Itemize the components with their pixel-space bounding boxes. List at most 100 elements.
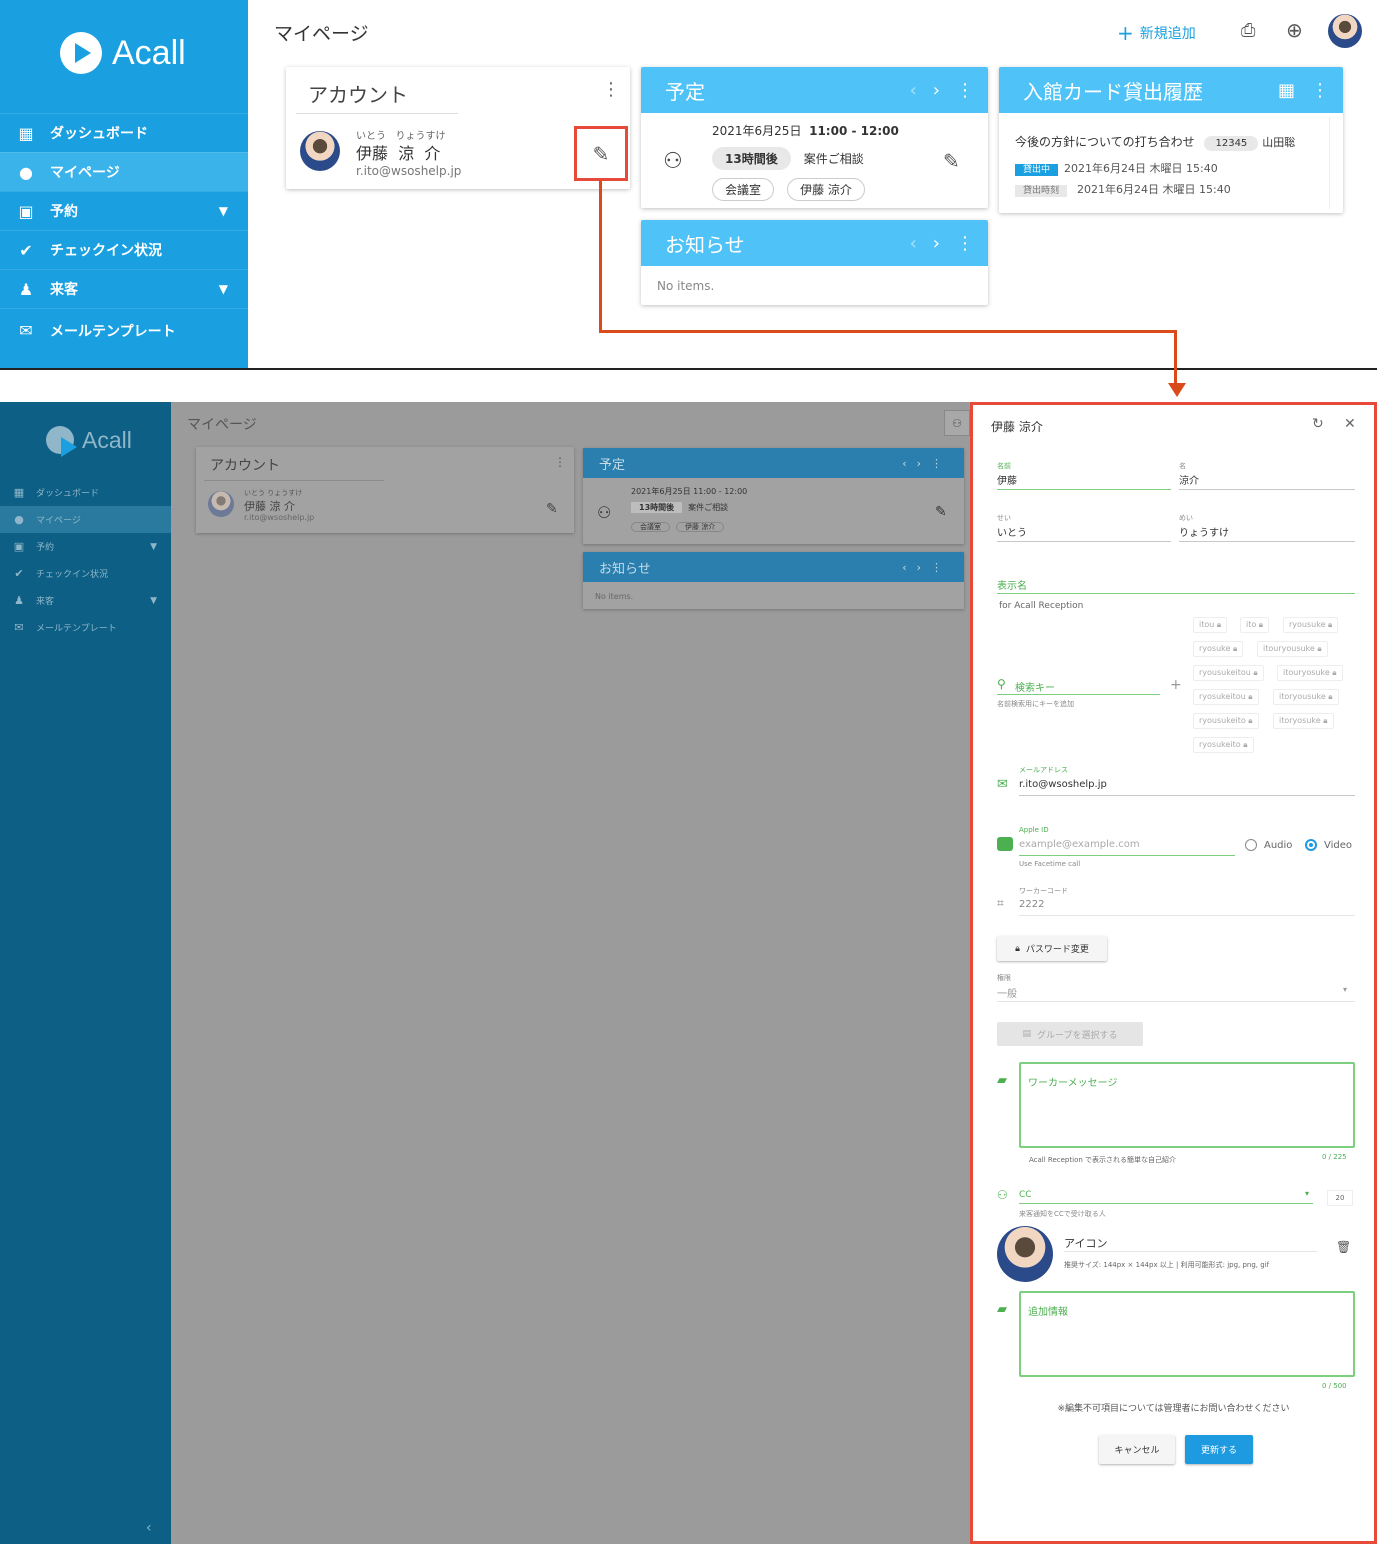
sidebar-item-dashboard[interactable]: ▦ ダッシュボード [0, 479, 171, 506]
cancel-button[interactable]: キャンセル [1099, 1435, 1175, 1464]
sidebar-item-checkin[interactable]: ✔ チェックイン状況 [0, 560, 171, 587]
top-screenshot: Acall ▦ ダッシュボード ● マイページ ▣ 予約 ▼ ✔ チェックイン状況 ♟ 来… [0, 0, 1377, 370]
chevron-right-icon[interactable]: › [933, 80, 940, 101]
submit-button[interactable]: 更新する [1185, 1435, 1253, 1464]
sidebar-item-mypage[interactable]: ● マイページ [0, 506, 171, 533]
search-key-tag[interactable]: ryousukeitou 🔒︎ [1193, 665, 1264, 681]
display-name-hint: for Acall Reception [999, 601, 1084, 611]
sidebar-item-dashboard[interactable]: ▦ ダッシュボード [0, 113, 248, 152]
display-name-field[interactable] [997, 593, 1355, 594]
search-key-tag[interactable]: itou 🔒︎ [1193, 617, 1228, 633]
worker-code-field[interactable]: 2222 [1019, 899, 1044, 910]
edit-note: ※編集不可項目については管理者にお問い合わせください [1057, 1404, 1290, 1414]
sidebar-item-visitor[interactable]: ♟ 来客 ▼ [0, 269, 248, 308]
refresh-icon[interactable]: ↻ [1312, 416, 1324, 432]
sidebar-item-checkin[interactable]: ✔ チェックイン状況 [0, 230, 248, 269]
nav-icons[interactable]: ‹›⋮ [902, 561, 952, 574]
more-vert-icon[interactable]: ⋮ [554, 455, 566, 469]
sei-field[interactable]: いとう [997, 524, 1027, 539]
sidebar-item-reservation[interactable]: ▣ 予約 ▼ [0, 191, 248, 230]
pencil-icon: ✎ [592, 141, 610, 166]
sidebar-item-label: 来客 [36, 597, 55, 607]
mail-icon: ✉ [19, 321, 33, 340]
more-vert-icon[interactable]: ⋮ [956, 233, 974, 254]
sidebar-item-visitor[interactable]: ♟ 来客 ▼ [0, 587, 171, 614]
chevron-left-icon[interactable]: ‹ [910, 233, 917, 254]
brand-logo[interactable]: Acall [46, 426, 132, 457]
pencil-icon[interactable]: ✎ [935, 504, 947, 520]
search-key-tag[interactable]: itouryousuke 🔒︎ [1257, 641, 1328, 657]
add-key-icon[interactable]: + [1170, 677, 1182, 693]
search-key-input[interactable]: 検索キー [1015, 679, 1055, 694]
video-radio[interactable] [1305, 839, 1317, 851]
last-name-field[interactable]: 伊藤 [997, 472, 1017, 487]
role-select[interactable]: 一般 [997, 985, 1017, 1000]
first-name-field[interactable]: 涼介 [1179, 472, 1199, 487]
sidebar-item-label: メールテンプレート [36, 624, 117, 634]
edit-account-button[interactable]: ✎ [574, 126, 628, 181]
cc-select[interactable]: CC [1019, 1190, 1032, 1200]
more-vert-icon[interactable]: ⋮ [956, 80, 974, 101]
account-switch-icon[interactable]: ⚇ [944, 410, 970, 436]
search-key-tag[interactable]: ryosuke 🔒︎ [1193, 641, 1244, 657]
sidebar-item-mypage[interactable]: ● マイページ [0, 152, 248, 191]
card-number: 12345 [1204, 136, 1259, 151]
notice-card-header: お知らせ ‹›⋮ [583, 552, 964, 582]
collapse-sidebar-icon[interactable]: ‹ [146, 1520, 152, 1536]
search-key-tag[interactable]: ito 🔒︎ [1240, 617, 1270, 633]
time-until-badge: 13時間後 [631, 502, 683, 513]
extra-info-counter: 0 / 500 [1322, 1382, 1347, 1390]
schedule-datetime: 2021年6月25日 11:00 - 12:00 [712, 122, 899, 139]
search-key-tag[interactable]: ryousuke 🔒︎ [1283, 617, 1339, 633]
comment-icon: ▰ [997, 1073, 1007, 1088]
select-group-button[interactable]: ▤ グループを選択する [997, 1022, 1143, 1046]
trash-icon[interactable]: 🗑︎ [1336, 1240, 1351, 1254]
search-key-text: ryousukeito [1199, 716, 1246, 725]
pencil-icon[interactable]: ✎ [546, 501, 558, 517]
icon-label: アイコン [1064, 1237, 1108, 1250]
chevron-down-icon: ▼ [218, 204, 228, 218]
search-key-tag[interactable]: itoryousuke 🔒︎ [1273, 689, 1339, 705]
nav-icons[interactable]: ‹›⋮ [902, 457, 952, 470]
reception-icon[interactable]: ⎙ [1241, 20, 1255, 41]
card-history-header: 入館カード貸出履歴 ▦ ⋮ [999, 67, 1343, 113]
scrollbar[interactable] [1329, 117, 1339, 209]
search-key-text: itoryosuke [1279, 716, 1321, 725]
brand-logo[interactable]: Acall [60, 32, 186, 74]
search-key-tag[interactable]: ryosukeitou 🔒︎ [1193, 689, 1259, 705]
close-icon[interactable]: ✕ [1344, 416, 1356, 432]
icon-preview-avatar[interactable] [997, 1226, 1053, 1282]
page-title: マイページ [187, 417, 257, 433]
role-label: 権限 [997, 974, 1011, 982]
audio-radio[interactable] [1245, 839, 1257, 851]
sidebar-item-mail-template[interactable]: ✉ メールテンプレート [0, 308, 248, 352]
change-password-button[interactable]: 🔒︎ パスワード変更 [997, 936, 1107, 961]
search-key-tag[interactable]: ryosukeito 🔒︎ [1193, 737, 1254, 753]
email-field[interactable]: r.ito@wsoshelp.jp [1019, 779, 1107, 790]
chevron-left-icon[interactable]: ‹ [910, 80, 917, 101]
search-key-tag[interactable]: ryousukeito 🔒︎ [1193, 713, 1259, 729]
account-kana: いとう りょうすけ [244, 489, 303, 497]
calendar-icon[interactable]: ▦ [1278, 80, 1295, 101]
more-vert-icon[interactable]: ⋮ [1311, 80, 1329, 101]
new-button[interactable]: + 新規追加 [1117, 21, 1196, 45]
worker-message-textarea[interactable]: ワーカーメッセージ [1019, 1062, 1355, 1148]
dropdown-icon: ▾ [1305, 1189, 1310, 1198]
schedule-chips: 会議室 伊藤 涼介 [712, 178, 873, 201]
extra-info-textarea[interactable]: 追加情報 [1019, 1291, 1355, 1377]
search-key-tag[interactable]: itoryosuke 🔒︎ [1273, 713, 1334, 729]
user-avatar[interactable] [1328, 14, 1362, 48]
apple-id-input[interactable]: example@example.com [1019, 839, 1140, 850]
chevron-right-icon[interactable]: › [933, 233, 940, 254]
sidebar-item-mail-template[interactable]: ✉ メールテンプレート [0, 614, 171, 641]
sidebar-item-reservation[interactable]: ▣ 予約 ▼ [0, 533, 171, 560]
mei-field[interactable]: りょうすけ [1179, 524, 1229, 539]
more-vert-icon[interactable]: ⋮ [602, 79, 620, 100]
audio-label: Audio [1264, 840, 1293, 851]
divider [204, 480, 384, 481]
pencil-icon[interactable]: ✎ [943, 149, 960, 173]
globe-icon[interactable]: ⊕ [1286, 18, 1303, 42]
schedule-badges: 13時間後 案件ご相談 [631, 502, 728, 513]
lock-icon: 🔒︎ [1240, 740, 1248, 749]
search-key-tag[interactable]: itouryosuke 🔒︎ [1277, 665, 1343, 681]
